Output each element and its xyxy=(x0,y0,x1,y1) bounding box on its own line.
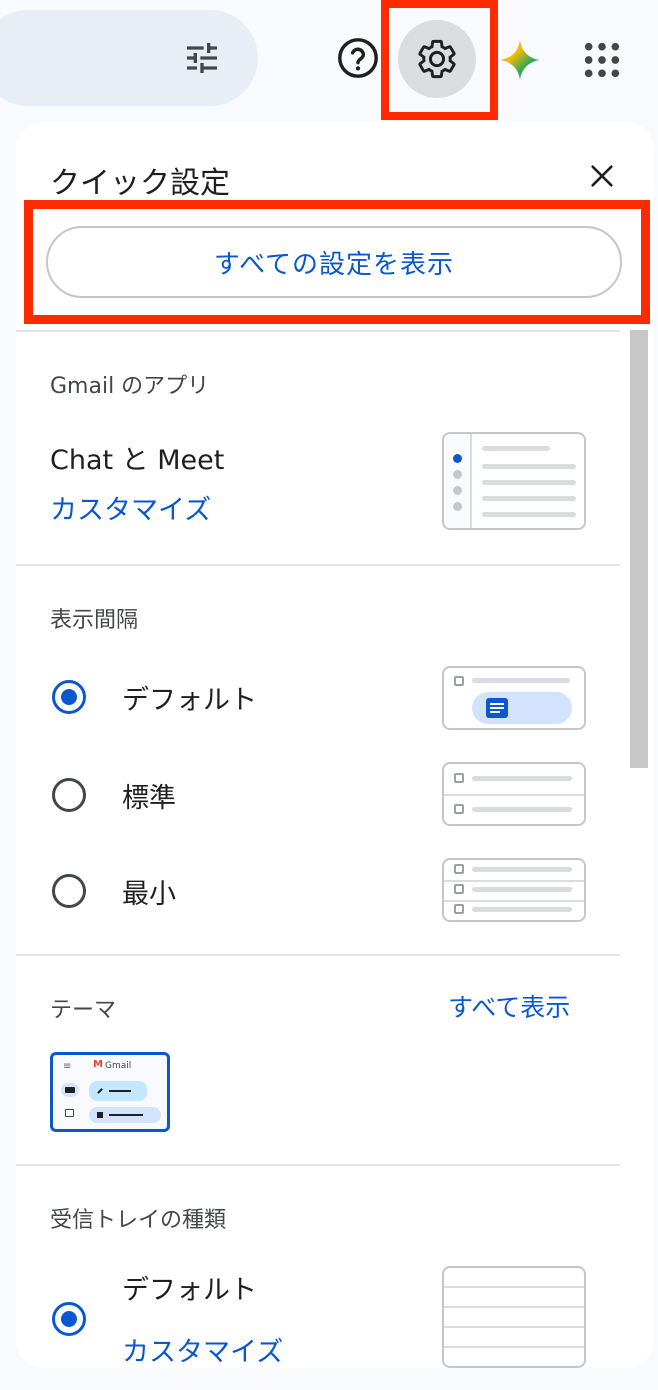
inbox-default-label: デフォルト xyxy=(122,1275,257,1306)
chat-meet-preview xyxy=(442,432,586,530)
search-options-button[interactable] xyxy=(178,30,226,86)
density-default-preview xyxy=(442,666,586,730)
scrollbar-thumb[interactable] xyxy=(630,330,648,768)
divider xyxy=(16,1164,620,1166)
density-comfortable-radio[interactable] xyxy=(52,778,86,812)
theme-section-heading: テーマ xyxy=(50,998,117,1023)
help-button[interactable] xyxy=(330,30,386,86)
density-default-radio[interactable] xyxy=(52,680,86,714)
density-compact-preview xyxy=(442,858,586,922)
help-icon xyxy=(338,38,378,78)
chat-meet-label: Chat と Meet xyxy=(50,445,225,476)
gemini-button[interactable] xyxy=(496,34,544,86)
gemini-icon xyxy=(499,39,541,81)
inbox-default-radio[interactable] xyxy=(52,1302,86,1336)
theme-preview[interactable]: ≡ M Gmail xyxy=(50,1052,170,1132)
inbox-customize-link[interactable]: カスタマイズ xyxy=(122,1330,283,1368)
menu-icon: ≡ xyxy=(63,1061,72,1072)
close-icon xyxy=(591,165,613,187)
divider xyxy=(16,564,620,566)
quick-settings-panel: クイック設定 すべての設定を表示 Gmail のアプリ Chat と Meet … xyxy=(16,122,654,1368)
inbox-type-section-heading: 受信トレイの種類 xyxy=(50,1208,227,1233)
density-default-label: デフォルト xyxy=(122,685,257,716)
density-comfortable-label: 標準 xyxy=(122,783,176,814)
apps-icon xyxy=(584,42,620,78)
theme-show-all-link[interactable]: すべて表示 xyxy=(448,988,570,1024)
density-compact-radio[interactable] xyxy=(52,874,86,908)
divider xyxy=(16,954,620,956)
gmail-logo-icon: M xyxy=(93,1059,103,1070)
density-section-heading: 表示間隔 xyxy=(50,608,139,633)
filter-icon xyxy=(187,43,217,73)
divider xyxy=(16,330,620,332)
close-button[interactable] xyxy=(582,156,622,196)
apps-section-heading: Gmail のアプリ xyxy=(50,374,210,399)
theme-preview-brand: Gmail xyxy=(105,1061,132,1071)
density-compact-label: 最小 xyxy=(122,879,176,910)
inbox-default-preview xyxy=(442,1266,586,1368)
density-comfortable-preview xyxy=(442,762,586,826)
panel-title: クイック設定 xyxy=(50,166,230,201)
apps-customize-link[interactable]: カスタマイズ xyxy=(50,488,211,527)
all-settings-highlight-box xyxy=(24,200,650,324)
gear-highlight-box xyxy=(381,0,498,120)
google-apps-button[interactable] xyxy=(576,34,628,86)
